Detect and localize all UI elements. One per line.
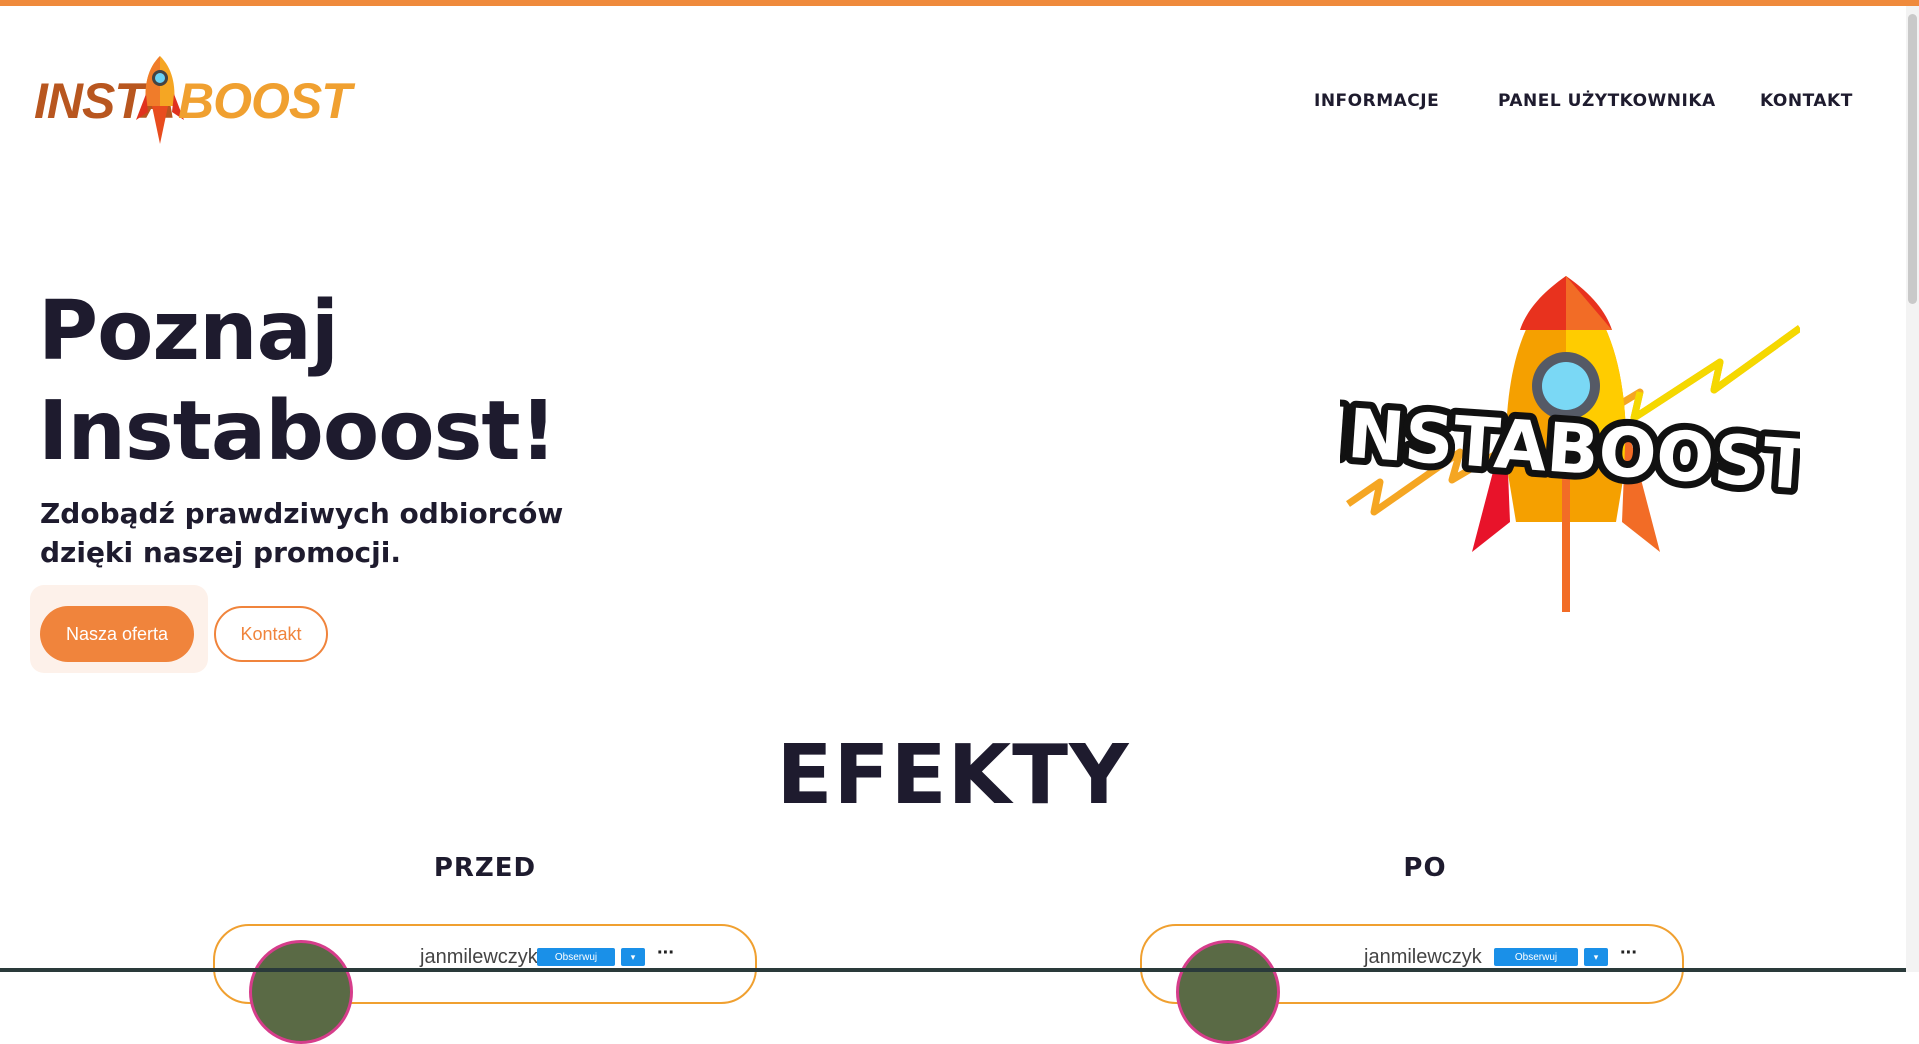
scrollbar-thumb[interactable] — [1908, 14, 1917, 304]
after-profile-card: janmilewczyk Obserwuj ▾ ··· — [1140, 924, 1684, 1044]
top-accent-bar — [0, 0, 1919, 6]
nav-informacje[interactable]: INFORMACJE — [1314, 91, 1439, 111]
bottom-border — [0, 968, 1906, 972]
scrollbar[interactable] — [1906, 6, 1919, 972]
more-options-icon[interactable]: ··· — [1620, 942, 1638, 965]
avatar — [249, 940, 353, 1044]
hero-title: Poznaj Instaboost! — [38, 282, 678, 482]
more-options-icon[interactable]: ··· — [657, 942, 675, 965]
profile-username: janmilewczyk — [420, 946, 538, 968]
hero-subtitle: Zdobądź prawdziwych odbiorców dzięki nas… — [40, 494, 640, 572]
our-offer-button[interactable]: Nasza oferta — [40, 606, 194, 662]
follow-button[interactable]: Obserwuj — [537, 948, 615, 966]
hero-title-line2: Instaboost! — [38, 384, 557, 479]
chevron-down-icon[interactable]: ▾ — [621, 948, 645, 966]
effects-title: EFEKTY — [776, 728, 1130, 823]
chevron-down-icon[interactable]: ▾ — [1584, 948, 1608, 966]
before-label: PRZED — [433, 853, 537, 883]
hero-title-line1: Poznaj — [38, 284, 339, 379]
contact-button[interactable]: Kontakt — [214, 606, 328, 662]
avatar — [1176, 940, 1280, 1044]
hero-subtitle-line2: dzięki naszej promocji. — [40, 536, 401, 569]
site-logo[interactable]: INSTA BOOST — [34, 54, 352, 150]
before-profile-card: janmilewczyk Obserwuj ▾ ··· — [213, 924, 757, 1044]
nav-panel-uzytkownika[interactable]: PANEL UŻYTKOWNIKA — [1498, 91, 1716, 111]
rocket-illustration: INSTABOOST INSTABOOST — [1340, 276, 1800, 612]
after-label: PO — [1403, 853, 1447, 883]
follow-button[interactable]: Obserwuj — [1494, 948, 1578, 966]
logo-text-boost: BOOST — [178, 73, 352, 129]
profile-username: janmilewczyk — [1364, 946, 1482, 968]
nav-kontakt[interactable]: KONTAKT — [1760, 91, 1853, 111]
hero-subtitle-line1: Zdobądź prawdziwych odbiorców — [40, 497, 564, 530]
